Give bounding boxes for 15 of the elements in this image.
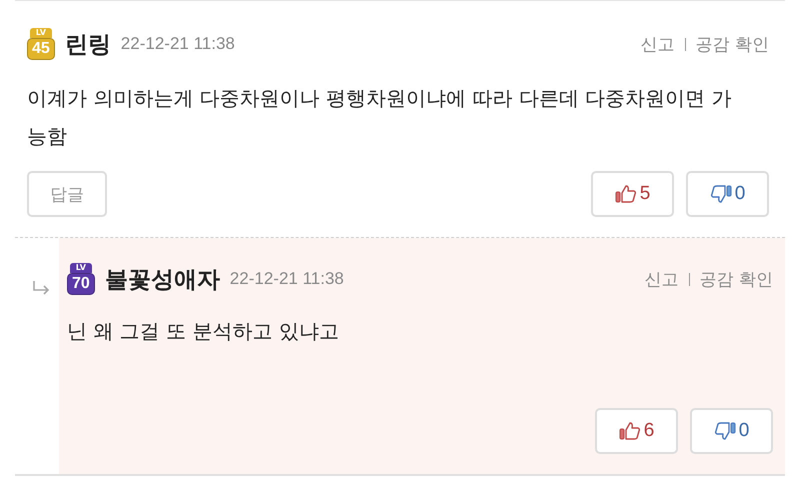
report-link[interactable]: 신고 — [644, 268, 679, 290]
reply-button[interactable]: 답글 — [27, 171, 107, 217]
empathy-link[interactable]: 공감 확인 — [700, 268, 773, 290]
timestamp: 22-12-21 11:38 — [120, 34, 235, 54]
comment-text: 이계가 의미하는게 다중차원이나 평행차원이냐에 따라 다른데 다중차원이면 가능함 — [27, 85, 733, 150]
username: 불꽃성애자 — [104, 266, 220, 294]
upvote-button[interactable]: 5 — [591, 171, 674, 217]
report-link[interactable]: 신고 — [640, 32, 675, 56]
timestamp: 22-12-21 11:38 — [230, 269, 344, 289]
comment-text: 닌 왜 그걸 또 분석하고 있냐고 — [67, 318, 340, 345]
downvote-button[interactable]: 0 — [686, 171, 769, 217]
upvote-button[interactable]: 6 — [595, 408, 678, 454]
username: 린링 — [64, 30, 111, 60]
empathy-link[interactable]: 공감 확인 — [696, 32, 769, 56]
downvote-button[interactable]: 0 — [690, 408, 773, 454]
